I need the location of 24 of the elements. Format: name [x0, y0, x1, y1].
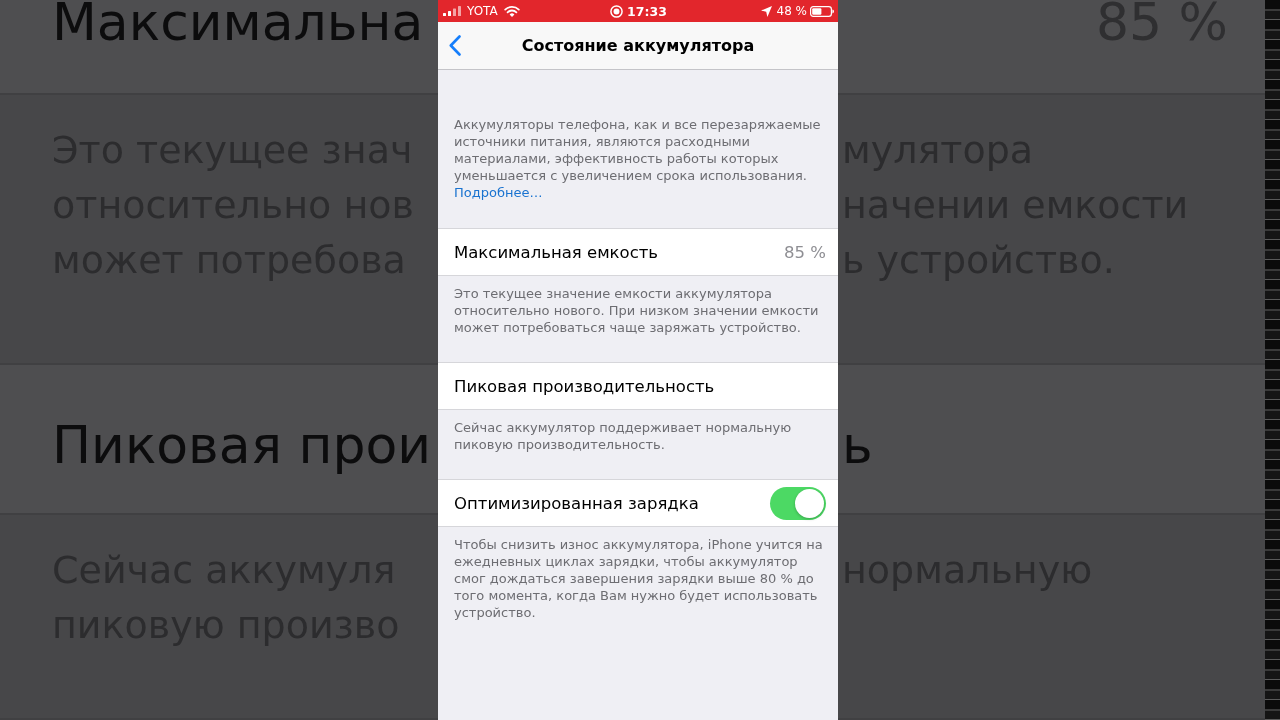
chevron-left-icon — [449, 35, 461, 56]
clock-time: 17:33 — [627, 3, 667, 19]
signal-bars-icon — [443, 6, 461, 16]
backdrop-title: Максимальна — [52, 0, 424, 50]
row-footnote: Сейчас аккумулятор поддерживает нормальную пиковую производительность. — [453, 419, 793, 453]
toggle-switch[interactable] — [770, 486, 826, 520]
carrier-name: YOTA — [467, 4, 498, 18]
battery-percent: 48 % — [776, 4, 807, 18]
intro-text: Аккумуляторы телефона, как и все перезаряжаемые источники питания, являются расходными материалами, эффективность работы которых уменьшается с увеличением срока использования. Подробнее… — [453, 116, 822, 201]
row-label: Максимальная емкость — [454, 242, 659, 262]
backdrop-title: Пиковая прои — [52, 417, 432, 473]
wifi-icon — [503, 5, 520, 17]
battery-icon — [810, 5, 834, 17]
backdrop-title: ь — [842, 417, 873, 473]
row-label: Пиковая производительность — [454, 376, 715, 396]
screen-title: Состояние аккумулятора — [521, 36, 755, 55]
learn-more-link[interactable]: Подробнее… — [454, 185, 543, 200]
row-footnote: Это текущее значение емкости аккумулятора относительно нового. При низком значении емкости может потребоваться чаще заряжать устройство. — [453, 285, 820, 336]
row-label: Оптимизированная зарядка — [454, 493, 699, 513]
location-arrow-icon — [760, 5, 772, 17]
back-button[interactable] — [448, 34, 462, 57]
row-footnote: Чтобы снизить износ аккумулятора, iPhone учится на ежедневных циклах зарядки, чтобы аккумулятор смог дождаться завершения зарядки выше 80 % до того момента, когда Вам нужно будет использовать устройство. — [453, 536, 824, 621]
record-icon — [610, 4, 624, 18]
row-value: 85 % — [784, 242, 826, 262]
